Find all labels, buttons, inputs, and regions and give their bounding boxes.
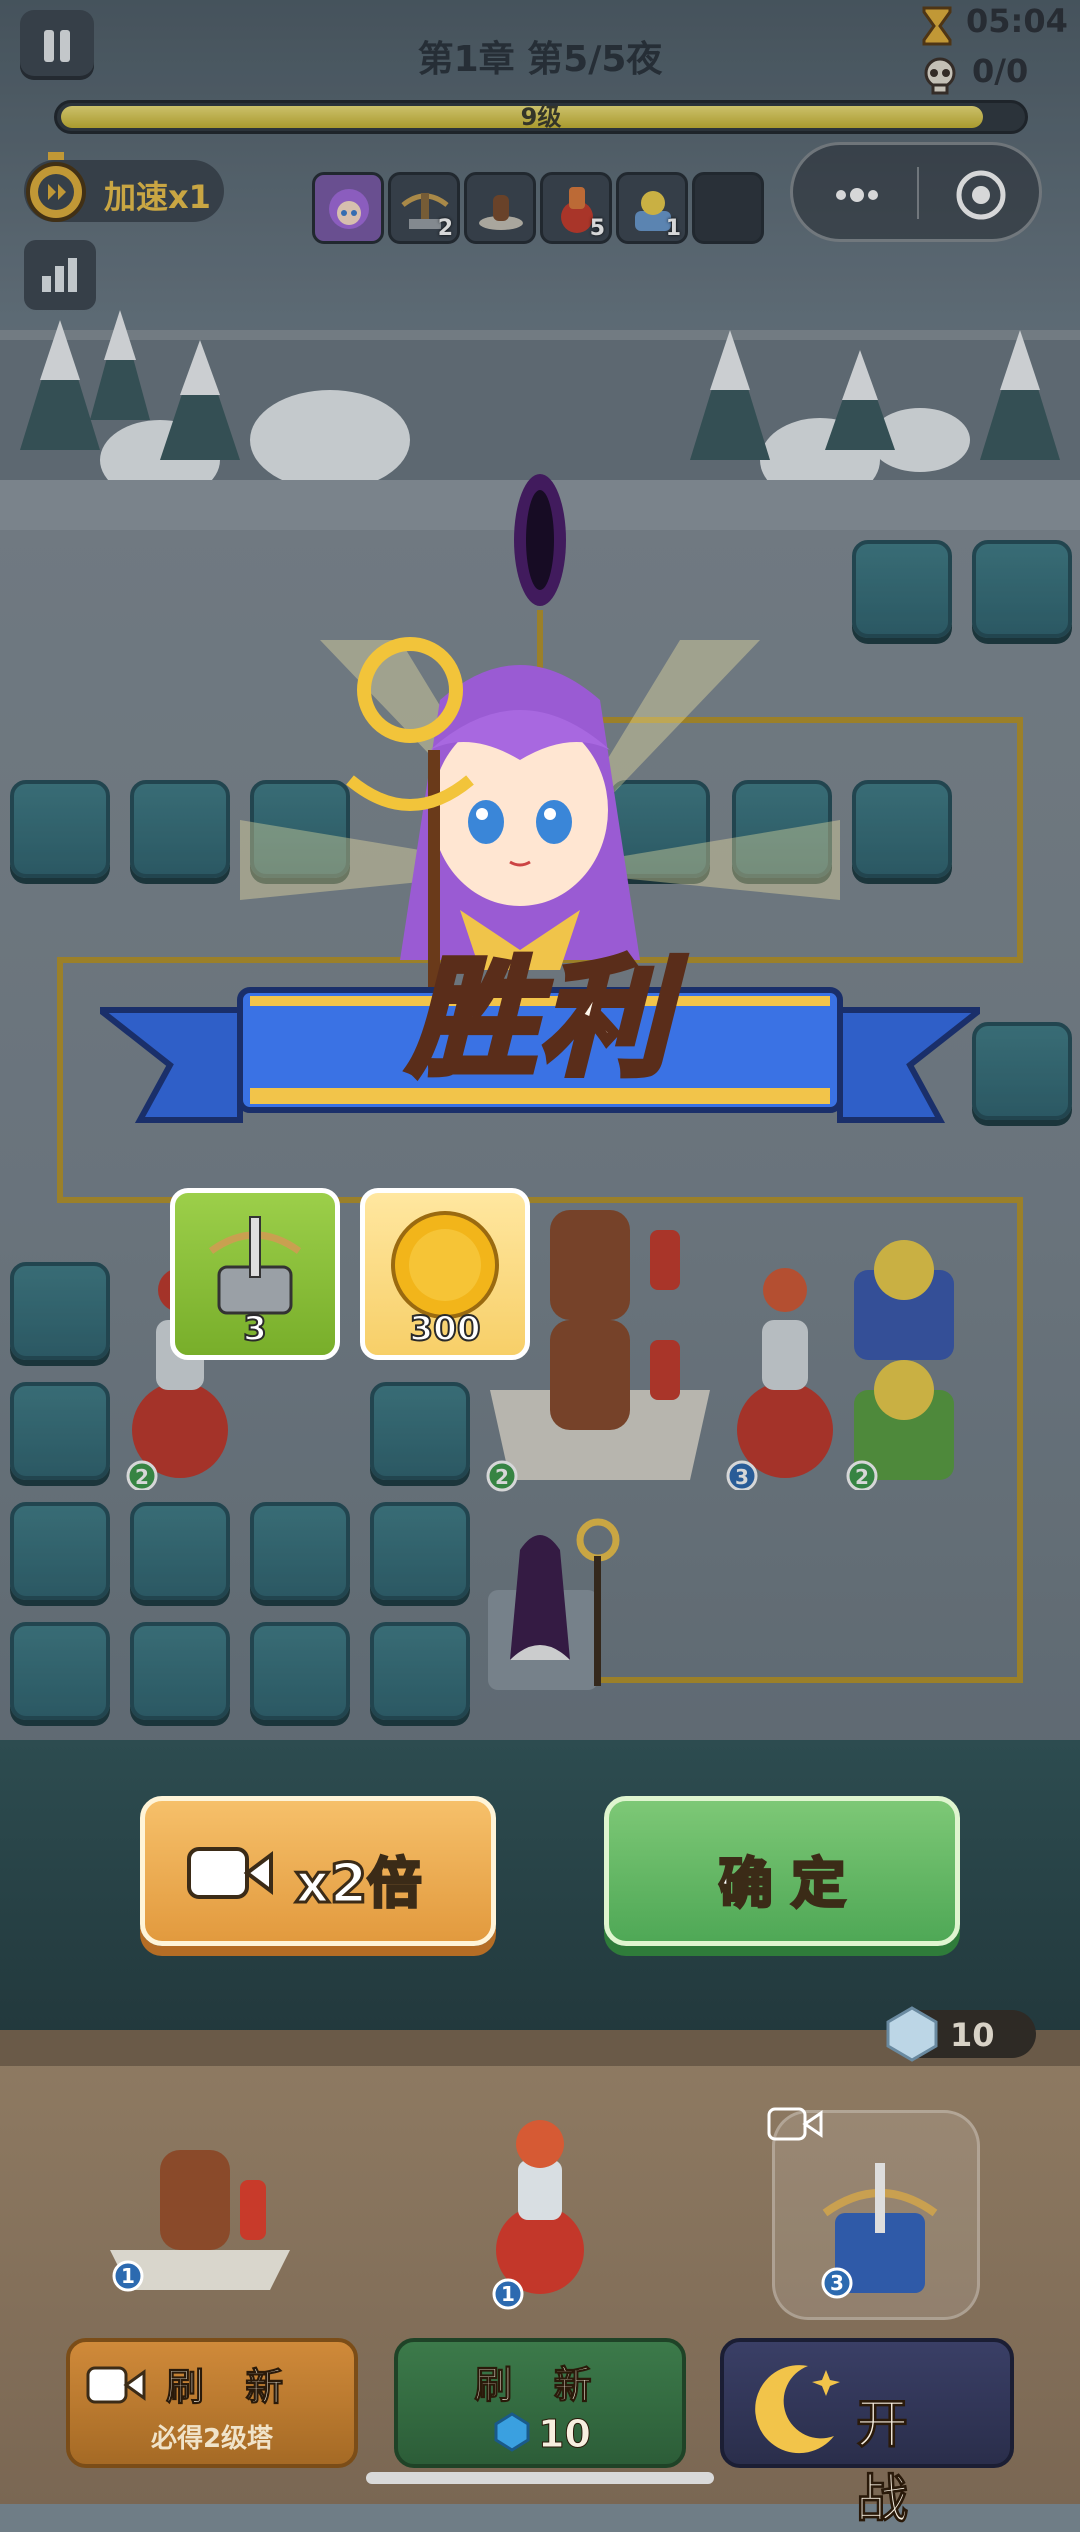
shop-item-bomb-tower[interactable]: 1 xyxy=(480,2110,600,2310)
reward-card-crossbow: 3 xyxy=(170,1188,340,1360)
refresh-ad-sub: 必得2级塔 xyxy=(150,2424,274,2454)
tower-level: 2 xyxy=(135,1465,149,1489)
empty-tile[interactable] xyxy=(130,780,230,878)
slot-count: 5 xyxy=(589,216,605,241)
hero-slot-5[interactable]: 1 xyxy=(616,172,688,244)
empty-tile[interactable] xyxy=(10,780,110,878)
empty-tile[interactable] xyxy=(250,1502,350,1600)
hero-portrait-icon xyxy=(329,189,369,229)
close-miniprogram-button[interactable] xyxy=(953,167,1009,223)
empty-tile[interactable] xyxy=(972,540,1072,638)
confirm-button[interactable]: 确 定 xyxy=(604,1796,960,1946)
stopwatch-icon xyxy=(26,152,86,222)
hero-slot-6[interactable] xyxy=(692,172,764,244)
refresh-cost: 10 xyxy=(538,2412,592,2457)
kill-counter: 0/0 xyxy=(972,52,1029,90)
capsule-divider xyxy=(917,167,919,219)
drum-tower-unit[interactable]: 2 xyxy=(840,1230,970,1490)
empty-tile[interactable] xyxy=(370,1622,470,1720)
gem-counter: 10 xyxy=(886,2006,1036,2062)
moon-icon xyxy=(755,2365,840,2454)
hero-slot-4[interactable]: 5 xyxy=(540,172,612,244)
bar-chart-icon xyxy=(42,258,77,292)
gem-count: 10 xyxy=(950,2016,995,2054)
gem-icon xyxy=(886,2006,938,2062)
crossbow-tower-icon: 3 xyxy=(821,2163,938,2299)
refresh-button[interactable]: 刷 新 10 xyxy=(394,2338,686,2468)
tower-level: 2 xyxy=(855,1465,869,1489)
target-close-icon xyxy=(956,170,1006,220)
refresh-ad-label: 刷 新 xyxy=(165,2365,298,2410)
start-battle-button[interactable]: 开 战 xyxy=(720,2338,1014,2531)
shop-item-level: 3 xyxy=(830,2271,844,2295)
bomb-tower-unit[interactable]: 3 xyxy=(720,1260,850,1490)
speed-button[interactable]: 加速x1 xyxy=(24,152,224,222)
tower-level: 2 xyxy=(495,1465,509,1489)
shop-item-level: 1 xyxy=(121,2264,135,2288)
hero-slots: 2 5 1 xyxy=(312,0,772,260)
hourglass-icon xyxy=(922,6,952,46)
confirm-label: 确 定 xyxy=(717,1851,847,1917)
gold-coin-icon xyxy=(391,1211,499,1319)
hero-unit-on-board[interactable] xyxy=(480,1510,620,1700)
timer: 05:04 xyxy=(966,2,1068,40)
crossbow-tower-icon xyxy=(208,1216,302,1315)
shop-item-cannon[interactable]: 1 xyxy=(100,2130,300,2300)
empty-tile[interactable] xyxy=(10,1622,110,1720)
hero-slot-2[interactable]: 2 xyxy=(388,172,460,244)
mini-program-capsule xyxy=(790,142,1042,242)
refresh-label: 刷 新 xyxy=(474,2363,606,2408)
video-camera-icon xyxy=(86,2366,146,2404)
empty-tile[interactable] xyxy=(130,1502,230,1600)
video-camera-icon xyxy=(187,1847,273,1899)
cannon-icon xyxy=(479,195,523,230)
tower-level: 3 xyxy=(735,1465,749,1489)
victory-title: 胜利 xyxy=(405,942,672,1097)
empty-tile[interactable] xyxy=(972,1022,1072,1120)
more-menu-button[interactable] xyxy=(827,175,887,215)
gem-icon xyxy=(494,2412,530,2452)
empty-tile[interactable] xyxy=(370,1382,470,1480)
video-ad-icon xyxy=(767,2107,823,2141)
hero-slot-3[interactable] xyxy=(464,172,536,244)
empty-tile[interactable] xyxy=(130,1622,230,1720)
more-dots-icon xyxy=(836,188,878,202)
home-indicator xyxy=(366,2472,714,2484)
hero-slot-1[interactable] xyxy=(312,172,384,244)
double-reward-label: x2倍 xyxy=(293,1851,422,1917)
slot-count: 2 xyxy=(437,216,453,241)
shop-item-ad-slot[interactable]: 3 xyxy=(767,2107,980,2320)
pause-button[interactable] xyxy=(20,10,94,80)
empty-tile[interactable] xyxy=(852,780,952,878)
reward-count: 3 xyxy=(242,1308,268,1350)
enemy-portal xyxy=(514,474,566,606)
empty-tile[interactable] xyxy=(10,1262,110,1360)
shop-item-level: 1 xyxy=(501,2282,515,2306)
skull-icon xyxy=(924,57,956,95)
start-battle-label: 开 战 xyxy=(856,2395,923,2531)
reward-count: 300 xyxy=(409,1308,482,1350)
empty-tile[interactable] xyxy=(10,1502,110,1600)
empty-tile[interactable] xyxy=(370,1502,470,1600)
speed-label: 加速x1 xyxy=(104,178,211,216)
slot-count: 1 xyxy=(665,216,681,241)
refresh-ad-button[interactable]: 刷 新 必得2级塔 xyxy=(66,2338,358,2468)
double-reward-button[interactable]: x2倍 xyxy=(140,1796,496,1946)
reward-card-gold: 300 xyxy=(360,1188,530,1360)
empty-tile[interactable] xyxy=(250,1622,350,1720)
empty-tile[interactable] xyxy=(10,1382,110,1480)
empty-tile[interactable] xyxy=(852,540,952,638)
